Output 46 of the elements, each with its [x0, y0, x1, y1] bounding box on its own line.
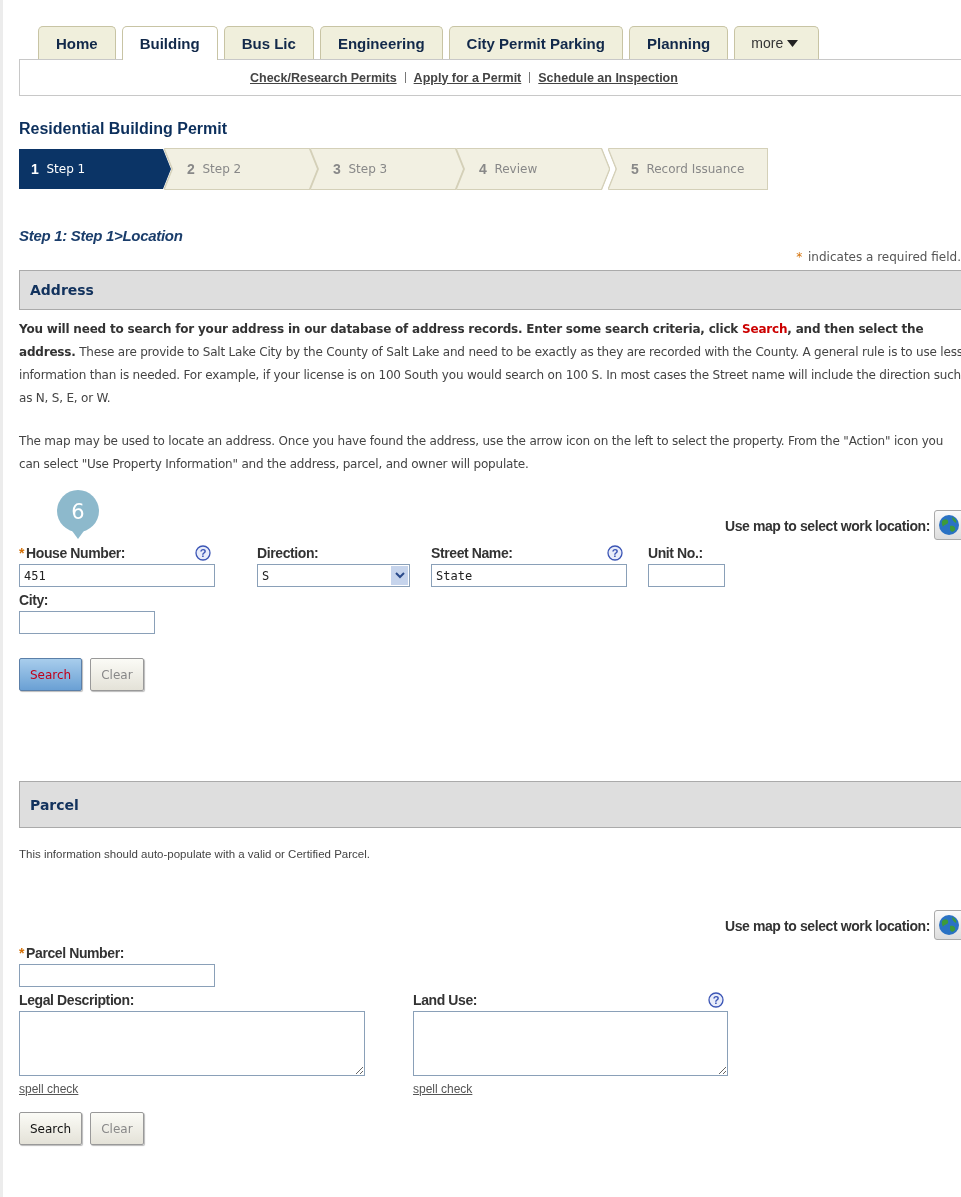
input-field[interactable]: State	[431, 564, 627, 587]
field-label: Street Name:	[431, 545, 513, 561]
nav-tab[interactable]: Engineering	[319, 26, 443, 59]
nav-tab[interactable]: Building	[121, 26, 218, 60]
page-title: Residential Building Permit	[19, 120, 229, 138]
help-icon[interactable]: ?	[708, 992, 724, 1008]
caret-icon	[787, 39, 799, 47]
nav-link[interactable]: Check/Research Permits	[250, 70, 397, 85]
chevron-down-icon[interactable]	[391, 566, 408, 585]
field-label: Legal Description:	[19, 992, 134, 1008]
field-label: Unit No.:	[648, 545, 703, 561]
search-button[interactable]: Search	[19, 1112, 83, 1145]
nav-link[interactable]: Schedule an Inspection	[538, 70, 678, 85]
spell-check-link[interactable]: spell check	[19, 1082, 79, 1096]
nav-tab[interactable]: Home	[38, 26, 116, 59]
nav-link[interactable]: Apply for a Permit	[413, 70, 522, 85]
text-area[interactable]	[19, 1011, 365, 1076]
input-field[interactable]	[648, 564, 725, 587]
nav-tab[interactable]: Planning	[628, 26, 729, 59]
field-label: Land Use:	[413, 992, 478, 1008]
text-area[interactable]	[413, 1011, 728, 1076]
dropdown-field[interactable]: S	[257, 564, 410, 587]
globe-button[interactable]	[934, 910, 961, 940]
field-label: City:	[19, 592, 49, 608]
step-heading: Step 1: Step 1>Location	[19, 227, 184, 244]
wizard-step[interactable]: 1 Step 1	[19, 149, 171, 189]
instructions-text: The map may be used to locate an address. Once you have found the address, use the arrow icon on the left to select the property. From the "Action" icon you can select "Use Property Information" and the address, parcel, and owner will populate.	[19, 433, 945, 473]
help-icon[interactable]: ?	[195, 545, 211, 561]
input-field[interactable]	[19, 964, 215, 987]
required-note: * indicates a required field.	[796, 250, 961, 264]
nav-tab[interactable]: Bus Lic	[223, 26, 314, 59]
spell-check-link[interactable]: spell check	[413, 1082, 473, 1096]
field-label: Direction:	[257, 545, 319, 561]
field-label: *House Number:	[19, 545, 126, 561]
info-text: This information should auto-populate with a valid or Certified Parcel.	[19, 848, 371, 860]
input-field[interactable]	[19, 611, 155, 634]
nav-tab[interactable]: more	[734, 26, 820, 59]
input-field[interactable]: 451	[19, 564, 215, 587]
section-header: Parcel	[19, 781, 961, 828]
help-icon[interactable]: ?	[607, 545, 623, 561]
section-header: Address	[19, 270, 961, 310]
globe-button[interactable]	[934, 510, 961, 540]
nav-tab[interactable]: City Permit Parking	[448, 26, 623, 59]
map-link-label: Use map to select work location:	[724, 518, 930, 534]
field-label: *Parcel Number:	[19, 945, 124, 961]
map-link-label: Use map to select work location:	[724, 918, 930, 934]
